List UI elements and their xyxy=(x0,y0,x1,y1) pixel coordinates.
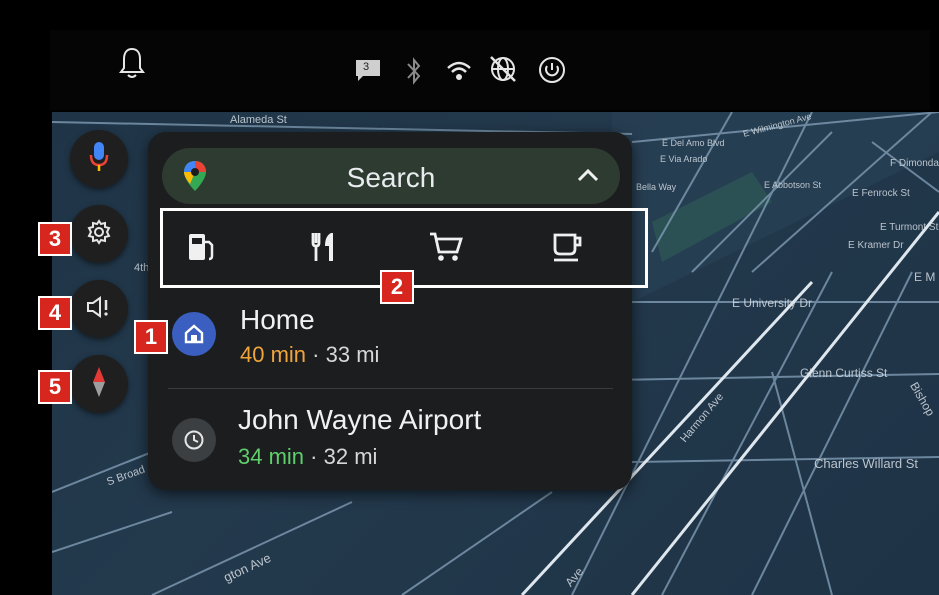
map-label-abbotson: E Abbotson St xyxy=(764,180,822,190)
compass-icon xyxy=(91,365,107,404)
callout-4: 4 xyxy=(38,296,72,330)
destination-subtitle: 34 min · 32 mi xyxy=(238,444,377,470)
compass-button[interactable] xyxy=(70,355,128,413)
map-label-alameda: Alameda St xyxy=(230,114,287,126)
power-icon[interactable] xyxy=(538,56,566,89)
callout-2: 2 xyxy=(380,270,414,304)
map-label-em: E M xyxy=(914,270,936,284)
distance: 32 mi xyxy=(323,444,378,469)
map-label-dimondale: F Dimondal xyxy=(890,158,939,169)
map-label-university: E University Dr xyxy=(732,296,813,310)
navigation-panel: Search Home 40 min · 33 mi John Wayne Ai… xyxy=(148,132,632,490)
microphone-icon xyxy=(88,140,110,179)
divider xyxy=(168,388,613,389)
destination-subtitle: 40 min · 33 mi xyxy=(240,342,379,368)
search-label: Search xyxy=(346,162,436,193)
wifi-icon xyxy=(446,60,472,87)
history-clock-icon xyxy=(172,418,216,462)
bluetooth-icon xyxy=(406,56,422,91)
bell-icon[interactable] xyxy=(118,46,146,85)
message-count: 3 xyxy=(363,61,370,73)
callout-5: 5 xyxy=(38,370,72,404)
destination-airport[interactable]: John Wayne Airport 34 min · 32 mi xyxy=(148,394,632,480)
chevron-up-icon[interactable] xyxy=(576,166,600,189)
eta-time: 34 min xyxy=(238,444,305,469)
map-label-turmont: E Turmont St xyxy=(880,222,939,233)
map-label-kramer: E Kramer Dr xyxy=(848,240,904,251)
callout-3: 3 xyxy=(38,222,72,256)
map-label-via-arado: E Via Arado xyxy=(660,154,708,164)
no-network-icon xyxy=(488,54,518,89)
map-label-del-amo: E Del Amo Blvd xyxy=(662,138,725,148)
report-incident-icon xyxy=(85,295,113,324)
search-bar[interactable]: Search xyxy=(162,148,620,204)
home-icon xyxy=(172,312,216,356)
map-label-fenrock: E Fenrock St xyxy=(852,188,910,199)
callout-1: 1 xyxy=(134,320,168,354)
message-icon[interactable]: 3 xyxy=(354,58,382,89)
destination-title: Home xyxy=(240,304,315,335)
distance: 33 mi xyxy=(325,342,380,367)
destination-home[interactable]: Home 40 min · 33 mi xyxy=(148,296,632,382)
eta-time: 40 min xyxy=(240,342,307,367)
report-incident-button[interactable] xyxy=(70,280,128,338)
map-label-4th: 4th xyxy=(134,262,150,274)
voice-assistant-button[interactable] xyxy=(70,130,128,188)
separator: · xyxy=(312,342,320,367)
map-label-glenn-curtiss: Glenn Curtiss St xyxy=(800,366,888,380)
settings-button[interactable] xyxy=(70,205,128,263)
map-label-charles-willard: Charles Willard St xyxy=(814,456,919,471)
separator: · xyxy=(310,444,318,469)
destination-title: John Wayne Airport xyxy=(238,404,482,435)
status-bar: 3 xyxy=(50,30,930,110)
settings-gear-icon xyxy=(86,218,112,250)
map-label-bella-way: Bella Way xyxy=(636,182,677,192)
